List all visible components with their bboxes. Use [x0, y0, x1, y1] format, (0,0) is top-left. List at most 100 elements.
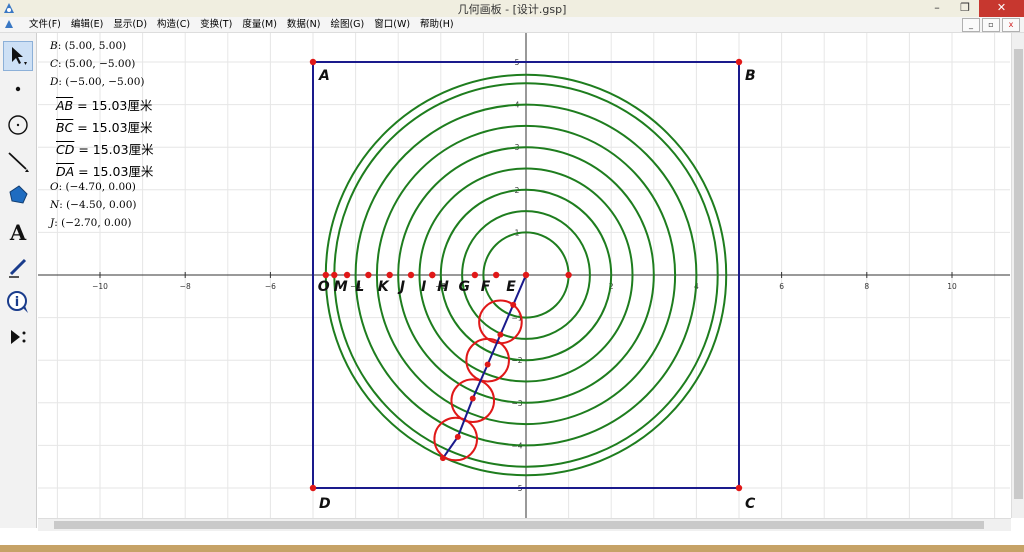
measurement-value: : (−5.00, −5.00) — [58, 76, 145, 88]
vertical-scroll-thumb[interactable] — [1014, 49, 1023, 499]
chain-point[interactable] — [469, 395, 476, 402]
x-tick-label[interactable]: −6 — [265, 282, 276, 291]
axis-point-M[interactable] — [343, 271, 351, 279]
menu-item[interactable]: 度量(M) — [237, 18, 282, 31]
x-tick-label[interactable]: 8 — [864, 282, 869, 291]
horizontal-scroll-thumb[interactable] — [54, 521, 984, 529]
x-tick-label[interactable]: −10 — [92, 282, 108, 291]
axis-point-F[interactable] — [492, 271, 500, 279]
point-icon — [15, 86, 21, 92]
axis-point-N[interactable] — [331, 271, 338, 279]
menu-item[interactable]: 编辑(E) — [66, 18, 108, 31]
axis-point-label-M[interactable]: M — [334, 279, 348, 295]
taskbar — [0, 545, 1024, 552]
measurement-CD[interactable]: CD = 15.03厘米 — [56, 139, 154, 158]
vertex-A[interactable] — [309, 58, 317, 66]
segment-name: DA — [56, 164, 75, 179]
measurement-N[interactable]: N: (−4.50, 0.00) — [50, 199, 137, 211]
measurement-AB[interactable]: AB = 15.03厘米 — [56, 95, 152, 114]
vertex-D[interactable] — [309, 484, 317, 492]
measurement-value: = 15.03厘米 — [74, 164, 154, 179]
marker-icon — [9, 258, 27, 278]
axis-point-label-I[interactable]: I — [421, 279, 426, 295]
x-tick-label[interactable]: −8 — [180, 282, 191, 291]
measurement-C[interactable]: C: (5.00, −5.00) — [50, 58, 135, 70]
compass-tool[interactable] — [3, 110, 33, 140]
vertex-label-C[interactable]: C — [745, 496, 756, 512]
information-tool[interactable]: i — [3, 287, 33, 317]
marker-tool[interactable] — [3, 252, 33, 282]
vertex-label-B[interactable]: B — [745, 68, 756, 84]
window-title: 几何画板 - [设计.gsp] — [457, 3, 567, 16]
point-name: O — [50, 181, 59, 193]
chain-point[interactable] — [454, 433, 461, 440]
axis-point-label-L[interactable]: L — [355, 279, 364, 295]
measurement-J[interactable]: J: (−2.70, 0.00) — [50, 217, 132, 229]
axis-point-label-H[interactable]: H — [437, 279, 449, 295]
chain-point[interactable] — [439, 455, 446, 462]
axis-point-label-F[interactable]: F — [481, 279, 491, 295]
measurement-B[interactable]: B: (5.00, 5.00) — [50, 40, 126, 52]
menu-item[interactable]: 数据(N) — [282, 18, 326, 31]
minimize-button[interactable]: – — [923, 0, 951, 17]
measurement-O[interactable]: O: (−4.70, 0.00) — [50, 181, 136, 193]
sketch-svg[interactable]: −10 −8 −6 −4 −2 2 4 6 8 10−5−4−3−2−112345A BCDEFGH… — [38, 33, 1010, 518]
arrow-select-tool[interactable] — [3, 41, 33, 71]
axis-point-G[interactable] — [471, 271, 479, 279]
vertex-C[interactable] — [735, 484, 743, 492]
sketch-canvas[interactable]: −10 −8 −6 −4 −2 2 4 6 8 10 −5 −4 −3 −2 −1 1 2 3 4 5 A B C D E F G H… — [38, 33, 1010, 518]
chain-point[interactable] — [484, 361, 491, 368]
maximize-button[interactable]: ❐ — [951, 0, 979, 17]
point-name: N — [50, 199, 60, 211]
measurement-BC[interactable]: BC = 15.03厘米 — [56, 117, 153, 136]
custom-tool[interactable] — [3, 322, 33, 352]
axis-point-label-K[interactable]: K — [378, 279, 390, 295]
menu-item[interactable]: 文件(F) — [24, 18, 66, 31]
chain-point[interactable] — [497, 331, 504, 338]
doc-restore-button[interactable]: ▫ — [982, 18, 1000, 32]
segment-icon — [8, 152, 29, 172]
vertex-B[interactable] — [735, 58, 743, 66]
axis-point[interactable] — [565, 271, 572, 279]
axis-point-label-G[interactable]: G — [458, 279, 470, 295]
point-name: C — [50, 58, 59, 70]
menu-item[interactable]: 帮助(H) — [415, 18, 459, 31]
x-tick-label[interactable]: 6 — [779, 282, 784, 291]
axis-point-label-E[interactable]: E — [506, 279, 516, 295]
axis-point-K[interactable] — [386, 271, 393, 279]
toolbox: A i — [0, 33, 37, 528]
menu-item[interactable]: 显示(D) — [108, 18, 152, 31]
info-icon: i — [7, 291, 28, 313]
title-bar: 几何画板 - [设计.gsp] – ❐ ✕ — [0, 0, 1024, 18]
measurement-DA[interactable]: DA = 15.03厘米 — [56, 161, 153, 180]
menu-item[interactable]: 变换(T) — [195, 18, 237, 31]
polygon-icon — [9, 185, 28, 204]
horizontal-scrollbar[interactable] — [38, 518, 1011, 531]
point-tool[interactable] — [3, 74, 33, 104]
axis-point-I[interactable] — [429, 271, 436, 279]
axis-point-E[interactable] — [522, 271, 530, 279]
polygon-tool[interactable] — [3, 180, 33, 210]
vertex-label-D[interactable]: D — [319, 496, 331, 512]
measurement-value: = 15.03厘米 — [73, 120, 153, 135]
axis-point-J[interactable] — [407, 271, 415, 279]
vertex-label-A[interactable]: A — [318, 68, 330, 84]
axis-point-label-O[interactable]: O — [318, 279, 330, 295]
vertical-scrollbar[interactable] — [1011, 33, 1024, 518]
straightedge-tool[interactable] — [3, 146, 33, 176]
x-tick-label[interactable]: 10 — [947, 282, 957, 291]
measurement-value: : (5.00, −5.00) — [58, 58, 136, 70]
axis-point-O[interactable] — [322, 271, 329, 279]
document-icon[interactable] — [4, 19, 14, 29]
doc-minimize-button[interactable]: _ — [962, 18, 980, 32]
doc-close-button[interactable]: x — [1002, 18, 1020, 32]
axis-point-L[interactable] — [365, 271, 372, 279]
menu-item[interactable]: 绘图(G) — [325, 18, 369, 31]
close-button[interactable]: ✕ — [979, 0, 1024, 17]
menu-item[interactable]: 窗口(W) — [369, 18, 415, 31]
menu-item[interactable]: 构造(C) — [152, 18, 195, 31]
measurement-value: : (5.00, 5.00) — [57, 40, 127, 52]
text-tool[interactable]: A — [3, 217, 33, 247]
chain-point[interactable] — [510, 301, 517, 308]
measurement-D[interactable]: D: (−5.00, −5.00) — [50, 76, 145, 88]
